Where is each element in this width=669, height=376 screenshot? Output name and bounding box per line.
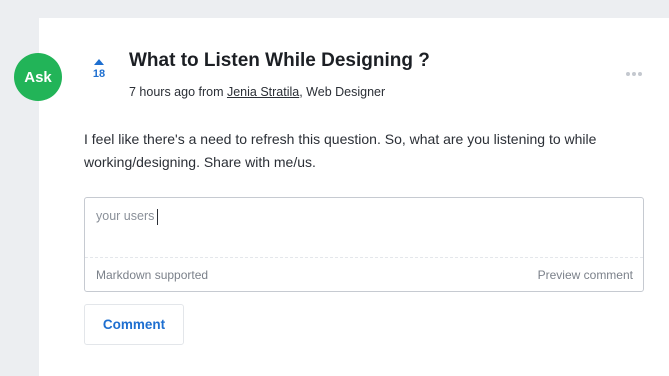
comment-footer: Markdown supported Preview comment: [85, 257, 643, 291]
comment-input[interactable]: [85, 198, 643, 256]
post-time: 7 hours ago from: [129, 85, 227, 99]
markdown-hint: Markdown supported: [96, 268, 209, 282]
more-options-icon[interactable]: [626, 72, 642, 76]
vote-count: 18: [92, 68, 106, 80]
preview-comment-link[interactable]: Preview comment: [538, 268, 633, 282]
upvote-arrow-icon[interactable]: [94, 59, 104, 65]
comment-box: Markdown supported Preview comment: [84, 197, 644, 292]
vote-control: 18: [90, 59, 108, 80]
comment-submit-button[interactable]: Comment: [84, 304, 184, 345]
author-role: , Web Designer: [299, 85, 386, 99]
more-dot: [638, 72, 642, 76]
text-caret: [157, 209, 158, 225]
post-meta: 7 hours ago from Jenia Stratila, Web Des…: [129, 85, 385, 99]
ask-badge: Ask: [14, 53, 62, 101]
more-dot: [632, 72, 636, 76]
question-body: I feel like there's a need to refresh th…: [84, 131, 597, 170]
author-link[interactable]: Jenia Stratila: [227, 85, 299, 99]
question-title[interactable]: What to Listen While Designing ?: [129, 50, 430, 72]
more-dot: [626, 72, 630, 76]
